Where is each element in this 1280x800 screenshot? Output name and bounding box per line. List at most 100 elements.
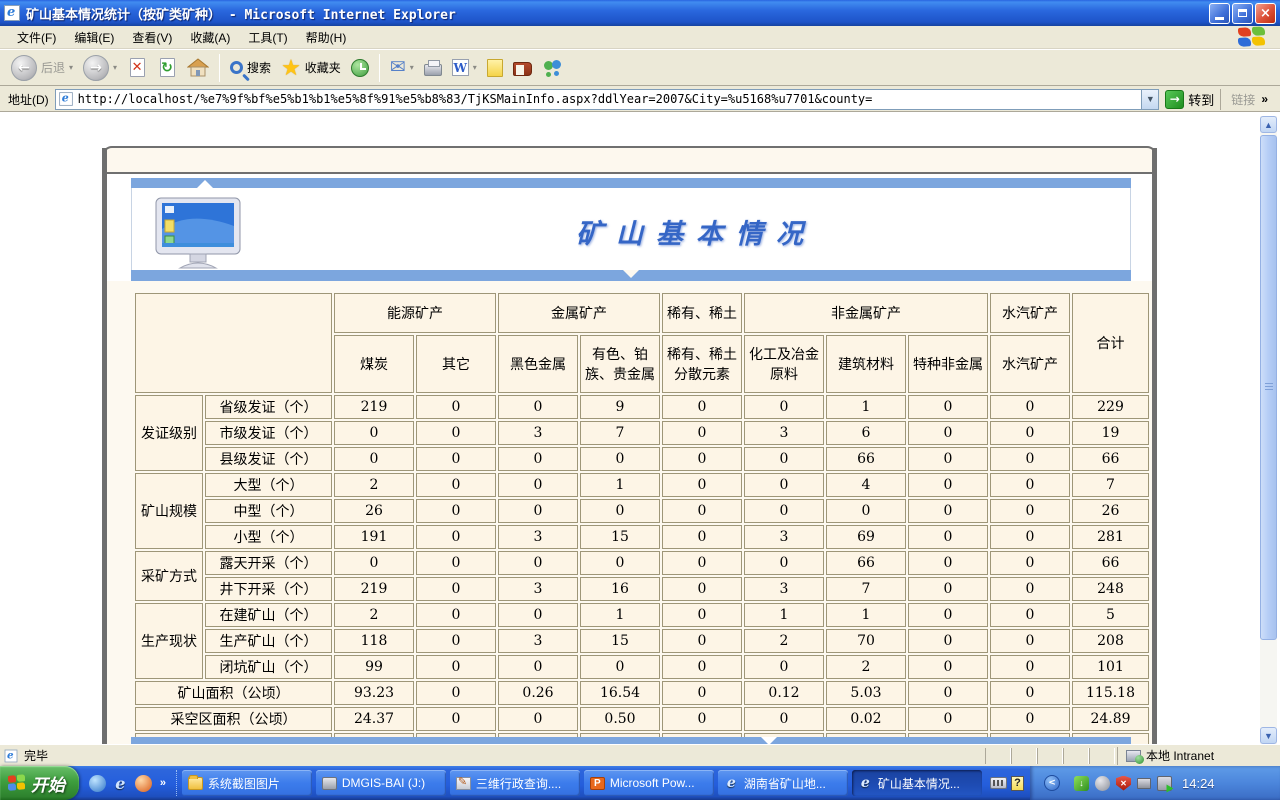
search-button[interactable]: 搜索 xyxy=(225,52,276,84)
table-cell: 0 xyxy=(662,655,742,679)
refresh-button[interactable]: ↻ xyxy=(152,52,182,84)
links-bar[interactable]: 链接 » xyxy=(1220,89,1276,110)
table-cell: 1 xyxy=(580,603,660,627)
address-dropdown-button[interactable]: ▼ xyxy=(1141,90,1158,109)
back-icon: ← xyxy=(11,55,37,81)
restore-button[interactable] xyxy=(1232,3,1253,24)
taskbar-button-1[interactable]: DMGIS-BAI (J:) xyxy=(316,770,446,796)
home-button[interactable] xyxy=(182,52,214,84)
menu-item-3[interactable]: 收藏(A) xyxy=(181,26,239,49)
status-pane xyxy=(1089,748,1115,764)
scrollbar-thumb[interactable] xyxy=(1260,135,1277,640)
messenger-button[interactable] xyxy=(537,52,567,84)
quicklaunch-internet-icon[interactable] xyxy=(89,775,106,792)
back-button[interactable]: ← 后退 ▾ xyxy=(6,52,78,84)
taskbar-button-2[interactable]: 三维行政查询.... xyxy=(450,770,580,796)
volume-tray-icon[interactable] xyxy=(1095,776,1110,791)
vertical-scrollbar[interactable]: ▲ ▼ xyxy=(1260,116,1277,744)
table-cell: 0 xyxy=(744,655,824,679)
column-group-header: 金属矿产 xyxy=(498,293,660,333)
input-method-keyboard-icon[interactable] xyxy=(990,777,1007,789)
minimize-button[interactable] xyxy=(1209,3,1230,24)
safely-remove-icon[interactable] xyxy=(1157,776,1172,791)
table-cell: 9 xyxy=(580,395,660,419)
table-row: 生产矿山（个）1180315027000208 xyxy=(135,629,1149,653)
quicklaunch-ie-icon[interactable]: e xyxy=(112,775,129,792)
hide-icons-chevron[interactable]: < xyxy=(1044,775,1060,791)
table-cell: 229 xyxy=(1072,395,1149,419)
display-tray-icon[interactable] xyxy=(1137,778,1151,789)
ie-favicon: e xyxy=(59,92,73,106)
taskbar-button-label: 系统截图图片 xyxy=(208,775,280,792)
taskbar-button-label: DMGIS-BAI (J:) xyxy=(342,776,425,790)
table-cell: 7 xyxy=(580,421,660,445)
ie-page-icon: e xyxy=(4,5,20,21)
table-cell: 219 xyxy=(334,577,414,601)
print-button[interactable] xyxy=(419,52,447,84)
table-cell: 0 xyxy=(498,655,578,679)
scroll-down-button[interactable]: ▼ xyxy=(1260,727,1277,744)
updates-tray-icon[interactable]: ↓ xyxy=(1074,776,1089,791)
table-row: 小型（个）1910315036900281 xyxy=(135,525,1149,549)
table-cell: 2 xyxy=(826,655,906,679)
table-cell: 0 xyxy=(416,655,496,679)
menu-item-2[interactable]: 查看(V) xyxy=(123,26,181,49)
security-shield-icon[interactable]: ✕ xyxy=(1116,776,1131,791)
table-cell: 0 xyxy=(908,525,988,549)
table-cell: 1 xyxy=(826,395,906,419)
favorites-star-icon: ★ xyxy=(281,58,301,78)
table-summary-row: 矿山面积（公顷）93.2300.2616.5400.125.0300115.18 xyxy=(135,681,1149,705)
table-cell: 118 xyxy=(334,629,414,653)
table-cell: 281 xyxy=(1072,525,1149,549)
forward-button[interactable]: → ▾ xyxy=(78,52,122,84)
history-button[interactable] xyxy=(346,52,374,84)
address-input[interactable]: e http://localhost/%e7%9f%bf%e5%b1%b1%e5… xyxy=(55,89,1160,110)
table-cell: 0 xyxy=(416,473,496,497)
windows-logo-icon xyxy=(1238,26,1268,49)
mail-button[interactable]: ✉▾ xyxy=(385,52,419,84)
table-cell: 0 xyxy=(580,447,660,471)
table-cell: 0 xyxy=(990,525,1070,549)
table-cell: 0 xyxy=(416,681,496,705)
language-help-icon[interactable]: ? xyxy=(1011,776,1024,791)
taskbar-button-5[interactable]: e矿山基本情况... xyxy=(852,770,982,796)
start-button[interactable]: 开始 xyxy=(0,766,79,800)
toolbar: ← 后退 ▾ → ▾ ✕ ↻ 搜索 ★ 收藏夹 ✉▾ W▾ xyxy=(0,49,1280,86)
stop-button[interactable]: ✕ xyxy=(122,52,152,84)
quicklaunch-media-icon[interactable] xyxy=(135,775,152,792)
page-bottom-band xyxy=(131,737,1131,744)
menu-item-5[interactable]: 帮助(H) xyxy=(297,26,356,49)
table-cell: 0 xyxy=(990,655,1070,679)
back-dropdown-icon: ▾ xyxy=(69,63,73,72)
research-button[interactable] xyxy=(508,52,537,84)
taskbar-button-3[interactable]: PMicrosoft Pow... xyxy=(584,770,714,796)
table-cell: 0 xyxy=(498,395,578,419)
column-header: 建筑材料 xyxy=(826,335,906,393)
taskbar-separator xyxy=(176,770,178,796)
table-cell: 0 xyxy=(580,499,660,523)
edit-word-button[interactable]: W▾ xyxy=(447,52,482,84)
quicklaunch-overflow-chevron[interactable]: » xyxy=(160,777,166,789)
favorites-button[interactable]: ★ 收藏夹 xyxy=(276,52,346,84)
status-bar: e 完毕 本地 Intranet xyxy=(0,744,1280,766)
table-row: 县级发证（个）000000660066 xyxy=(135,447,1149,471)
go-button[interactable]: → 转到 xyxy=(1165,90,1214,109)
taskbar-button-0[interactable]: 系统截图图片 xyxy=(182,770,312,796)
table-cell: 70 xyxy=(826,629,906,653)
taskbar-button-label: 矿山基本情况... xyxy=(878,775,960,792)
menu-item-0[interactable]: 文件(F) xyxy=(8,26,65,49)
table-cell: 3 xyxy=(744,577,824,601)
close-button[interactable]: × xyxy=(1255,3,1276,24)
table-cell: 208 xyxy=(1072,629,1149,653)
table-cell: 0 xyxy=(416,707,496,731)
scroll-up-button[interactable]: ▲ xyxy=(1260,116,1277,133)
taskbar-button-4[interactable]: e湖南省矿山地... xyxy=(718,770,848,796)
table-cell: 99 xyxy=(334,655,414,679)
table-cell: 219 xyxy=(334,395,414,419)
menu-item-4[interactable]: 工具(T) xyxy=(239,26,296,49)
discuss-button[interactable] xyxy=(482,52,508,84)
menu-item-1[interactable]: 编辑(E) xyxy=(65,26,123,49)
row-label: 露天开采（个） xyxy=(205,551,332,575)
table-cell: 0 xyxy=(990,395,1070,419)
table-cell: 0 xyxy=(498,551,578,575)
